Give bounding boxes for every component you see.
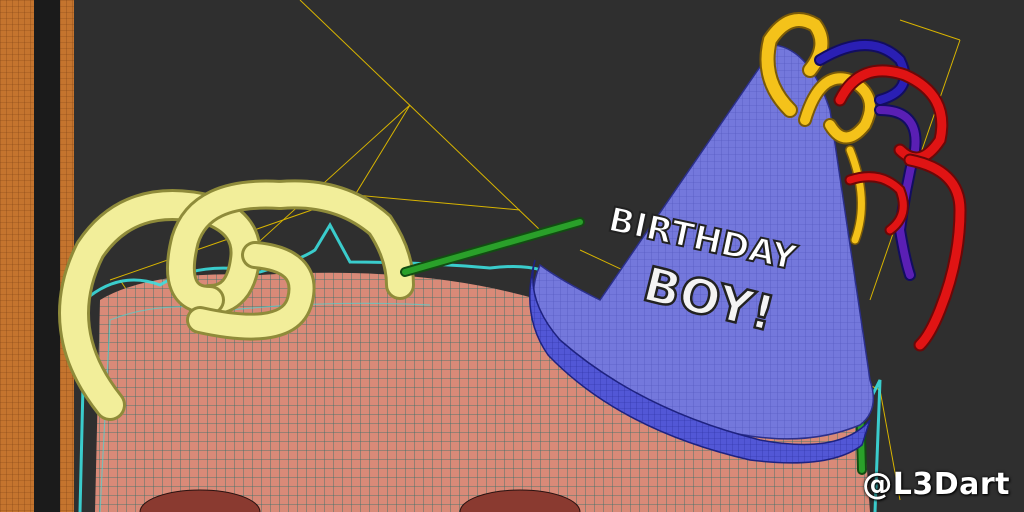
- wooden-pillar: [0, 0, 74, 512]
- watermark-text: @L3Dart: [862, 467, 1010, 502]
- wireframe-scene: BIRTHDAY BOY!: [0, 0, 1024, 512]
- 3d-viewport[interactable]: BIRTHDAY BOY! @L3Dart: [0, 0, 1024, 512]
